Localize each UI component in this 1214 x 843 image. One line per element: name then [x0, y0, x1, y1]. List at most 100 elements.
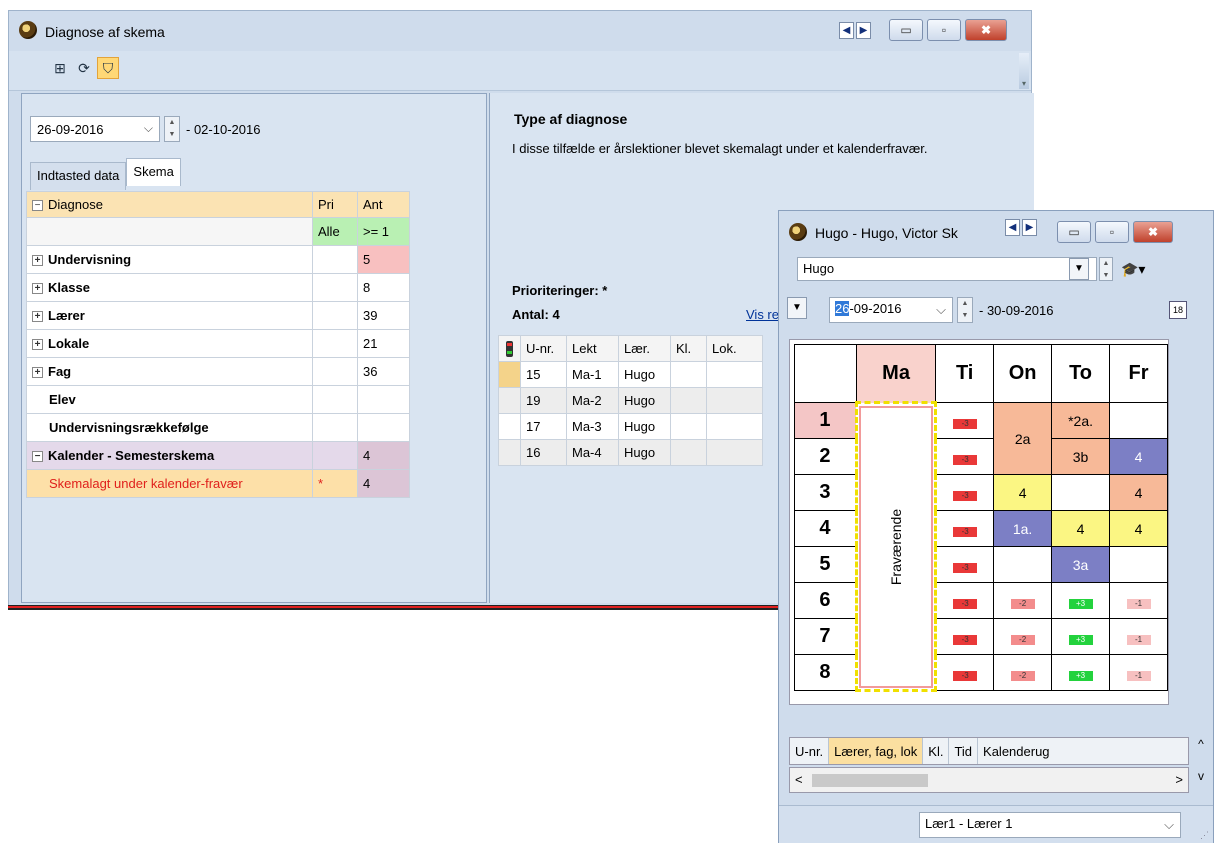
schedule-cell[interactable] — [1051, 474, 1111, 511]
schedule-cell[interactable]: 1a. — [993, 510, 1053, 547]
table-row[interactable]: + Lærer 39 — [26, 301, 410, 330]
title-bar[interactable]: Diagnose af skema ◀ ▶ ▭ ▫ ✖ — [9, 11, 1031, 51]
tab-skema[interactable]: Skema — [126, 158, 181, 186]
scroll-left-icon[interactable]: < — [795, 772, 803, 787]
table-row[interactable]: + Undervisning 5 — [26, 245, 410, 274]
period-header[interactable]: 4 — [794, 510, 857, 547]
period-header[interactable]: 5 — [794, 546, 857, 583]
table-row[interactable]: + Klasse 8 — [26, 273, 410, 302]
schedule-cell[interactable]: -3 — [935, 546, 995, 583]
scroll-up-icon[interactable]: ^ — [1191, 737, 1211, 751]
expand-icon[interactable]: + — [32, 255, 43, 267]
table-row[interactable]: + Fag 36 — [26, 357, 410, 386]
schedule-cell[interactable] — [1109, 546, 1168, 583]
schedule-cell[interactable]: 4 — [1109, 474, 1168, 511]
tab-kalenderuge[interactable]: Kalenderug — [978, 738, 1055, 764]
schedule-cell[interactable]: 4 — [1109, 510, 1168, 547]
expand-icon[interactable]: ⊞ — [49, 57, 71, 79]
period-header[interactable]: 7 — [794, 618, 857, 655]
nav-prev-icon[interactable]: ◀ — [1005, 219, 1020, 236]
col-unr[interactable]: U-nr. — [520, 335, 567, 362]
scroll-right-icon[interactable]: > — [1175, 772, 1183, 787]
schedule-cell[interactable]: -3 — [935, 582, 995, 619]
table-row[interactable]: 19 Ma-2 Hugo — [498, 387, 763, 414]
resize-grip-icon[interactable]: ⋰ — [1200, 830, 1209, 841]
table-row[interactable]: Elev — [26, 385, 410, 414]
filter-ant[interactable]: >= 1 — [357, 217, 410, 246]
teacher-combo[interactable]: Hugo — [797, 257, 1097, 281]
day-header[interactable]: Ti — [935, 344, 995, 403]
collapse-icon[interactable]: − — [32, 200, 43, 212]
chevron-down-icon[interactable]: ⌵ — [1164, 817, 1174, 833]
expand-icon[interactable]: + — [32, 367, 43, 379]
schedule-cell[interactable] — [1109, 402, 1168, 439]
graduation-cap-icon[interactable]: 🎓▾ — [1121, 261, 1145, 278]
filter-cell[interactable] — [26, 217, 313, 246]
chevron-down-icon[interactable]: ▼ — [1069, 258, 1089, 280]
tab-tid[interactable]: Tid — [949, 738, 979, 764]
week-date-combo[interactable]: 26-09-2016 ⌵ — [829, 297, 953, 323]
schedule-cell[interactable]: 4 — [993, 474, 1053, 511]
tab-indtasted-data[interactable]: Indtasted data — [30, 162, 127, 190]
table-row[interactable]: 15 Ma-1 Hugo — [498, 361, 763, 388]
col-lekt[interactable]: Lekt — [566, 335, 619, 362]
filter-icon[interactable]: ⛉ — [97, 57, 119, 79]
col-pri[interactable]: Pri — [312, 191, 358, 218]
schedule-cell[interactable]: -3 — [935, 654, 995, 691]
schedule-cell[interactable]: 3b — [1051, 438, 1111, 475]
teacher-spinner[interactable]: ▲ ▼ — [1099, 257, 1113, 281]
period-header[interactable]: 6 — [794, 582, 857, 619]
schedule-cell[interactable]: 3a — [1051, 546, 1111, 583]
maximize-button[interactable]: ▫ — [927, 19, 961, 41]
dropdown-toggle-icon[interactable]: ▼ — [787, 297, 807, 319]
schedule-cell[interactable]: -3 — [935, 474, 995, 511]
col-ant[interactable]: Ant — [357, 191, 410, 218]
tab-laerer-fag-lok[interactable]: Lærer, fag, lok — [829, 738, 924, 764]
date-from-combo[interactable]: 26-09-2016 ⌵ — [30, 116, 160, 142]
date-spinner[interactable]: ▲ ▼ — [164, 116, 180, 142]
schedule-cell[interactable]: 2a — [993, 402, 1053, 475]
period-header[interactable]: 2 — [794, 438, 857, 475]
col-diagnose[interactable]: − Diagnose — [26, 191, 313, 218]
day-header[interactable]: Ma — [855, 344, 937, 403]
schedule-cell[interactable]: -3 — [935, 402, 995, 439]
horizontal-scrollbar[interactable]: < > — [789, 767, 1189, 793]
close-button[interactable]: ✖ — [1133, 221, 1173, 243]
chevron-down-icon[interactable]: ⌵ — [144, 121, 153, 136]
refresh-icon[interactable]: ⟳ — [73, 57, 95, 79]
schedule-cell[interactable]: -3 — [935, 618, 995, 655]
vertical-scrollbar[interactable]: ^ v — [1191, 737, 1211, 795]
close-button[interactable]: ✖ — [965, 19, 1007, 41]
maximize-button[interactable]: ▫ — [1095, 221, 1129, 243]
tab-unr[interactable]: U-nr. — [790, 738, 830, 764]
table-row-selected[interactable]: Skemalagt under kalender-fravær * 4 — [26, 469, 410, 498]
expand-icon[interactable]: + — [32, 283, 43, 295]
schedule-cell[interactable]: -3 — [935, 438, 995, 475]
schedule-cell[interactable]: 4 — [1051, 510, 1111, 547]
period-header[interactable]: 1 — [794, 402, 857, 439]
schedule-cell[interactable]: -1 — [1109, 654, 1168, 691]
minimize-button[interactable]: ▭ — [1057, 221, 1091, 243]
schedule-cell[interactable]: -2 — [993, 582, 1053, 619]
schedule-cell[interactable]: -1 — [1109, 582, 1168, 619]
schedule-cell[interactable]: -2 — [993, 654, 1053, 691]
date-spinner[interactable]: ▲ ▼ — [957, 297, 973, 323]
table-row[interactable]: 17 Ma-3 Hugo — [498, 413, 763, 440]
schedule-cell[interactable]: -1 — [1109, 618, 1168, 655]
table-row[interactable]: + Lokale 21 — [26, 329, 410, 358]
minimize-button[interactable]: ▭ — [889, 19, 923, 41]
collapse-icon[interactable]: − — [32, 451, 43, 463]
table-row[interactable]: − Kalender - Semesterskema 4 — [26, 441, 410, 470]
nav-next-icon[interactable]: ▶ — [856, 22, 871, 39]
col-laer[interactable]: Lær. — [618, 335, 671, 362]
period-header[interactable]: 3 — [794, 474, 857, 511]
day-header[interactable]: To — [1051, 344, 1111, 403]
schedule-cell[interactable] — [993, 546, 1053, 583]
expand-icon[interactable]: + — [32, 339, 43, 351]
schedule-cell[interactable]: +3 — [1051, 618, 1111, 655]
scroll-thumb[interactable] — [812, 774, 928, 787]
day-header[interactable]: On — [993, 344, 1053, 403]
schedule-cell[interactable]: +3 — [1051, 582, 1111, 619]
filter-pri[interactable]: Alle — [312, 217, 358, 246]
nav-next-icon[interactable]: ▶ — [1022, 219, 1037, 236]
